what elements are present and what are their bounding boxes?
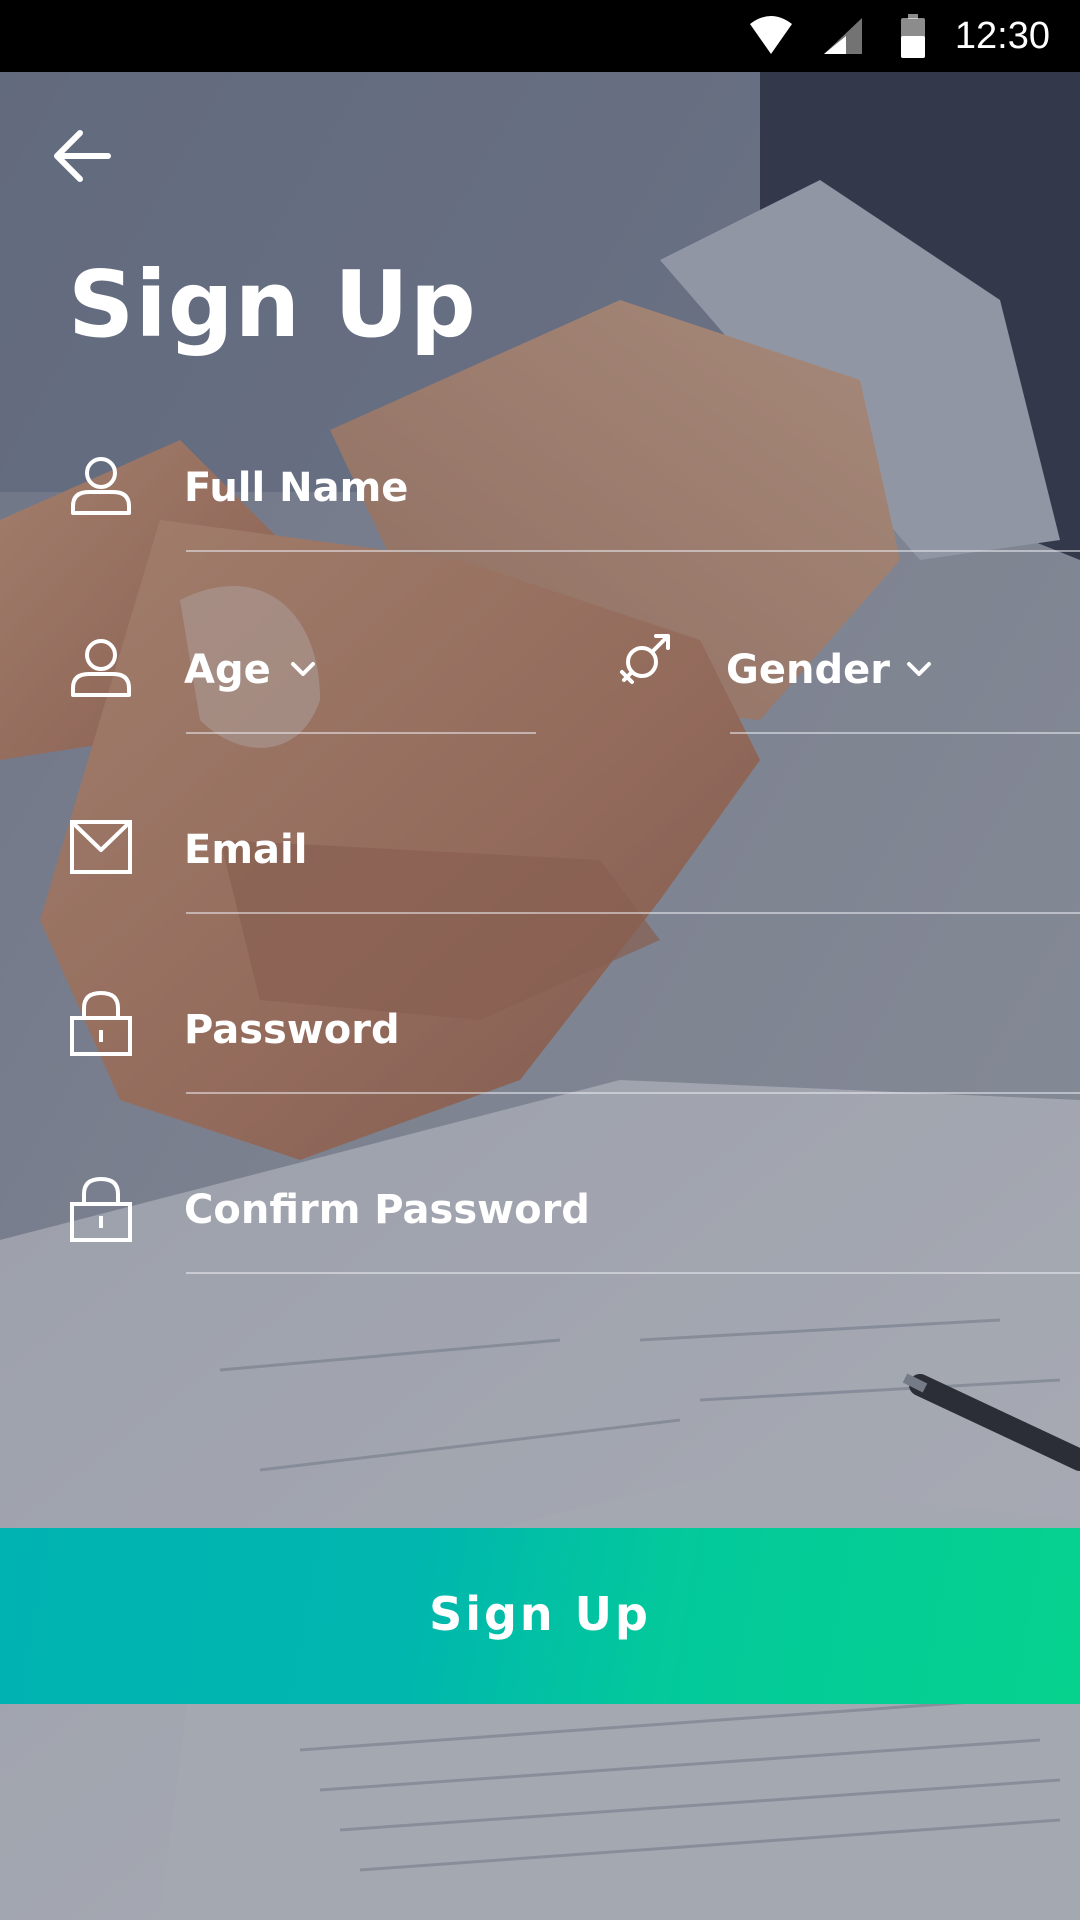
chevron-down-icon bbox=[291, 662, 315, 676]
person-icon bbox=[71, 457, 131, 515]
back-button[interactable] bbox=[50, 126, 114, 186]
full-name-field[interactable]: Full Name bbox=[0, 440, 1080, 560]
confirm-password-placeholder: Confirm Password bbox=[184, 1187, 590, 1233]
lock-icon bbox=[70, 1176, 132, 1242]
age-dropdown[interactable]: Age bbox=[0, 622, 540, 742]
gender-icon bbox=[620, 634, 670, 684]
envelope-icon bbox=[70, 820, 132, 874]
gender-dropdown[interactable]: Gender bbox=[600, 622, 1080, 742]
password-field[interactable]: Password bbox=[0, 982, 1080, 1102]
confirm-password-underline bbox=[186, 1272, 1080, 1274]
confirm-password-field[interactable]: Confirm Password bbox=[0, 1162, 1080, 1282]
cellular-signal-icon bbox=[824, 18, 862, 54]
signup-button-label: Sign Up bbox=[429, 1587, 651, 1641]
person-icon bbox=[71, 639, 131, 697]
arrow-left-icon bbox=[54, 130, 111, 182]
email-field[interactable]: Email bbox=[0, 802, 1080, 922]
chevron-down-icon bbox=[907, 662, 931, 676]
signup-button[interactable]: Sign Up bbox=[0, 1528, 1080, 1704]
age-underline bbox=[186, 732, 536, 734]
page-title: Sign Up bbox=[68, 251, 477, 358]
wifi-icon bbox=[750, 16, 792, 54]
status-bar: 12:30 bbox=[0, 0, 1080, 72]
signup-screen: 12:30 Sign Up Full Name Age Gender Email… bbox=[0, 0, 1080, 1920]
email-placeholder: Email bbox=[184, 827, 308, 873]
battery-icon bbox=[901, 14, 925, 58]
gender-placeholder: Gender bbox=[726, 647, 890, 693]
password-placeholder: Password bbox=[184, 1007, 400, 1053]
full-name-placeholder: Full Name bbox=[184, 465, 409, 511]
age-placeholder: Age bbox=[184, 647, 271, 693]
password-underline bbox=[186, 1092, 1080, 1094]
status-time: 12:30 bbox=[954, 15, 1050, 57]
gender-underline bbox=[730, 732, 1080, 734]
email-underline bbox=[186, 912, 1080, 914]
lock-icon bbox=[70, 990, 132, 1056]
full-name-underline bbox=[186, 550, 1080, 552]
